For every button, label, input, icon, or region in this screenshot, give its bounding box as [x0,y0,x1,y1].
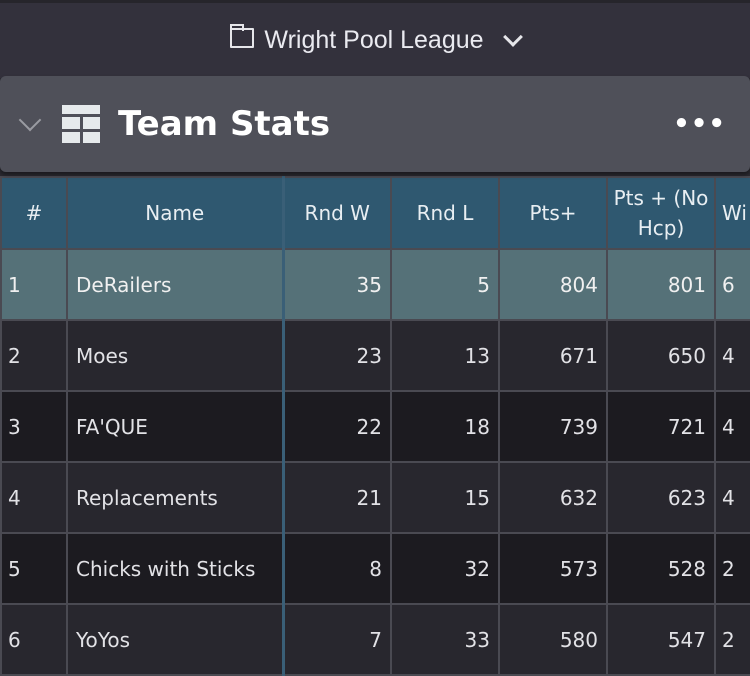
chevron-down-icon[interactable] [502,26,523,47]
wins-cell: 2 [714,603,750,676]
rank-cell: 3 [0,390,68,463]
wins-cell: 4 [714,461,750,534]
round-wins-cell: 22 [282,390,392,463]
wins-cell: 6 [714,248,750,321]
points-no-hcp-cell: 623 [606,461,716,534]
column-header[interactable]: Wi [714,176,750,250]
points-cell: 573 [498,532,608,605]
wins-cell: 2 [714,532,750,605]
round-losses-cell: 33 [390,603,500,676]
points-cell: 671 [498,319,608,392]
round-losses-cell: 15 [390,461,500,534]
column-header[interactable]: Name [66,176,285,250]
column-header[interactable]: Pts + (No Hcp) [606,176,716,250]
column-header[interactable]: # [0,176,68,250]
table-icon [62,105,100,143]
round-wins-cell: 8 [282,532,392,605]
points-no-hcp-cell: 721 [606,390,716,463]
team-name-cell: FA'QUE [66,390,285,463]
points-no-hcp-cell: 528 [606,532,716,605]
points-cell: 632 [498,461,608,534]
more-options-icon[interactable]: ••• [673,109,726,139]
wins-cell: 4 [714,390,750,463]
league-title: Wright Pool League [264,26,484,54]
table-header-row: # Name Rnd W Rnd L Pts+ Pts + (No Hcp) Wi [0,176,750,250]
round-wins-cell: 21 [282,461,392,534]
round-losses-cell: 18 [390,390,500,463]
round-losses-cell: 5 [390,248,500,321]
points-cell: 739 [498,390,608,463]
table-row[interactable]: 6 YoYos 7 33 580 547 2 [0,603,750,676]
folder-icon [230,23,255,48]
rank-cell: 6 [0,603,68,676]
rank-cell: 4 [0,461,68,534]
collapse-chevron-icon[interactable] [18,108,42,132]
team-name-cell: Chicks with Sticks [66,532,285,605]
team-stats-table: # Name Rnd W Rnd L Pts+ Pts + (No Hcp) Wi 1 DeR… [0,176,750,676]
wins-cell: 4 [714,319,750,392]
round-losses-cell: 32 [390,532,500,605]
rank-cell: 5 [0,532,68,605]
round-wins-cell: 35 [282,248,392,321]
round-wins-cell: 7 [282,603,392,676]
team-name-cell: Replacements [66,461,285,534]
points-no-hcp-cell: 547 [606,603,716,676]
table-row[interactable]: 4 Replacements 21 15 632 623 4 [0,461,750,534]
column-header[interactable]: Pts+ [498,176,608,250]
table-row[interactable]: 1 DeRailers 35 5 804 801 6 [0,248,750,321]
team-name-cell: YoYos [66,603,285,676]
table-row[interactable]: 2 Moes 23 13 671 650 4 [0,319,750,392]
rank-cell: 2 [0,319,68,392]
points-cell: 804 [498,248,608,321]
column-header[interactable]: Rnd W [282,176,392,250]
round-wins-cell: 23 [282,319,392,392]
points-no-hcp-cell: 801 [606,248,716,321]
round-losses-cell: 13 [390,319,500,392]
table-row[interactable]: 5 Chicks with Sticks 8 32 573 528 2 [0,532,750,605]
points-no-hcp-cell: 650 [606,319,716,392]
panel-title: Team Stats [118,104,331,144]
column-header[interactable]: Rnd L [390,176,500,250]
team-name-cell: Moes [66,319,285,392]
rank-cell: 1 [0,248,68,321]
league-selector[interactable]: Wright Pool League [0,0,750,78]
points-cell: 580 [498,603,608,676]
team-stats-panel-header: Team Stats ••• [0,76,750,172]
table-row[interactable]: 3 FA'QUE 22 18 739 721 4 [0,390,750,463]
team-name-cell: DeRailers [66,248,285,321]
